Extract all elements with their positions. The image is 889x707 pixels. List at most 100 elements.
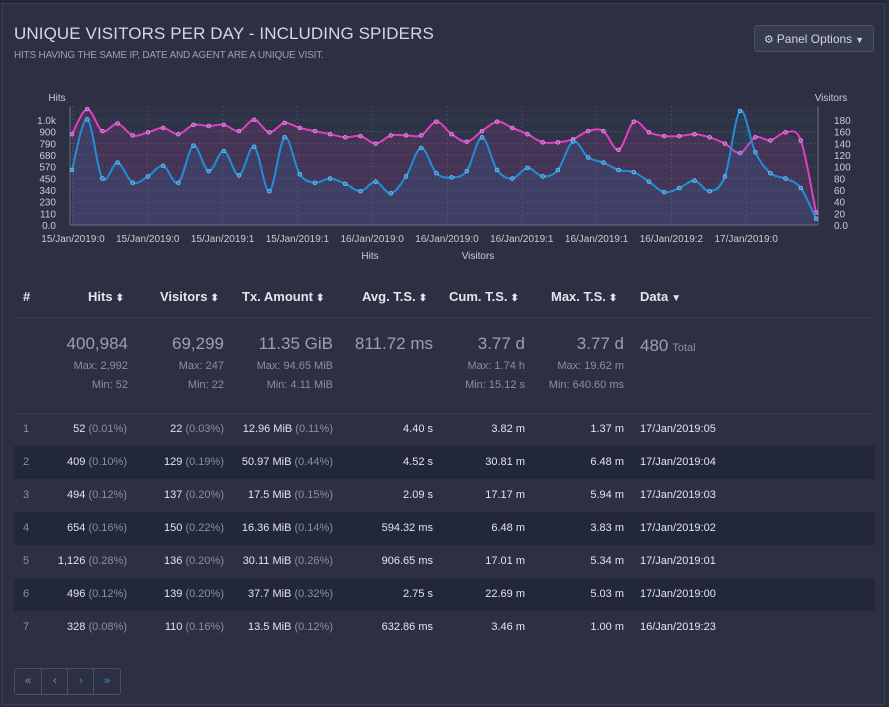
- row-avg-ts: 906.65 ms: [381, 555, 433, 567]
- hits-series-point: [343, 181, 348, 187]
- row-max-ts: 6.48 m: [590, 456, 624, 468]
- row-index: 4: [23, 522, 30, 534]
- hits-series-point: [585, 155, 591, 160]
- row-visitors-pct: (0.03%): [185, 423, 224, 435]
- hits-series-point: [510, 176, 515, 181]
- summary-visitors-min: Min: 22: [187, 379, 224, 391]
- row-visitors-pct: (0.20%): [185, 489, 224, 501]
- row-cum-ts: 17.01 m: [485, 555, 525, 567]
- table-row[interactable]: 6 496 (0.12%) 139 (0.20%) 37.7 MiB (0.32%) 2…: [14, 578, 875, 611]
- left-tick-label: 680: [39, 151, 56, 162]
- summary-tx-max: Max: 94.65 MiB: [256, 360, 333, 372]
- summary-data-total: 480 Total: [640, 336, 696, 355]
- hits-series-point: [358, 188, 363, 194]
- row-avg-ts: 2.75 s: [403, 588, 433, 600]
- table-cell: 17.17 m: [434, 489, 525, 501]
- hits-series-point: [84, 117, 90, 122]
- table-cell: 1,126 (0.28%): [34, 555, 127, 567]
- row-visitors: 129: [164, 456, 183, 468]
- table-row[interactable]: 2 409 (0.10%) 129 (0.19%) 50.97 MiB (0.44%)…: [14, 446, 875, 479]
- hits-series-point: [540, 174, 545, 179]
- right-axis-label: Visitors: [815, 93, 848, 104]
- table-row[interactable]: 4 654 (0.16%) 150 (0.22%) 16.36 MiB (0.14%)…: [14, 512, 875, 545]
- hits-series-point: [267, 188, 272, 194]
- summary-cum-max: Max: 1.74 h: [467, 360, 525, 372]
- table-cell: 5.03 m: [526, 588, 624, 600]
- col-avg-ts[interactable]: Avg. T.S. ⬍: [362, 289, 427, 304]
- hits-series-point: [798, 185, 804, 191]
- right-tick-label: 20: [834, 209, 846, 220]
- hits-series-point: [191, 143, 196, 148]
- right-tick-label: 60: [834, 186, 846, 197]
- row-visitors: 137: [164, 489, 183, 501]
- right-tick-label: 180: [834, 116, 851, 127]
- hits-series-point: [388, 191, 394, 196]
- hits-series-point: [601, 160, 606, 165]
- x-tick-label: 15/Jan/2019:1: [191, 234, 255, 245]
- left-axis-label: Hits: [48, 93, 65, 104]
- row-visitors: 150: [164, 522, 183, 534]
- col-data[interactable]: Data ▼: [640, 289, 681, 304]
- first-page-button[interactable]: «: [15, 669, 41, 694]
- visitors-series-point: [206, 123, 211, 129]
- hits-series-point: [418, 145, 424, 151]
- visitors-series-point: [449, 131, 454, 137]
- x-tick-label: 15/Jan/2019:0: [116, 234, 180, 245]
- row-index: 1: [23, 423, 30, 435]
- hits-series-point: [570, 139, 576, 144]
- col-tx-amount[interactable]: Tx. Amount ⬍: [242, 289, 324, 304]
- x-tick-label: 17/Jan/2019:0: [715, 234, 779, 245]
- visitors-series-point: [388, 133, 394, 138]
- last-page-button[interactable]: »: [93, 669, 120, 694]
- hits-series-point: [616, 167, 621, 173]
- table-cell: 4: [23, 522, 29, 534]
- row-visitors: 110: [164, 621, 183, 633]
- table-cell: 12.96 MiB (0.11%): [224, 423, 333, 435]
- table-row[interactable]: 5 1,126 (0.28%) 136 (0.20%) 30.11 MiB (0.26…: [14, 545, 875, 578]
- visitors-series-point: [176, 131, 181, 137]
- table-cell: 16.36 MiB (0.14%): [224, 522, 333, 534]
- table-cell: 5.34 m: [526, 555, 624, 567]
- row-hits: 654: [67, 522, 86, 534]
- col-hits[interactable]: Hits ⬍: [88, 289, 124, 304]
- visitors-series-point: [783, 130, 788, 135]
- visitors-series-point: [373, 141, 378, 146]
- table-cell: 632.86 ms: [334, 621, 433, 633]
- row-data: 17/Jan/2019:00: [640, 588, 716, 600]
- row-hits: 1,126: [57, 555, 86, 567]
- table-cell: 906.65 ms: [334, 555, 433, 567]
- table-cell: 50.97 MiB (0.44%): [224, 456, 333, 468]
- hits-series-point: [768, 170, 773, 176]
- table-header: # Hits ⬍ Visitors ⬍ Tx. Amount ⬍ Avg. T.S. ⬍…: [14, 283, 874, 317]
- table-cell: 22 (0.03%): [127, 423, 224, 435]
- row-data: 16/Jan/2019:23: [640, 621, 716, 633]
- hits-series-point: [677, 185, 682, 191]
- row-data: 17/Jan/2019:04: [640, 456, 716, 468]
- table-row[interactable]: 1 52 (0.01%) 22 (0.03%) 12.96 MiB (0.11%) 4.…: [14, 413, 875, 446]
- col-max-ts[interactable]: Max. T.S. ⬍: [551, 289, 617, 304]
- summary-hits-min: Min: 52: [91, 379, 128, 391]
- hits-series-point: [282, 135, 287, 140]
- row-cum-ts: 6.48 m: [491, 522, 525, 534]
- col-visitors[interactable]: Visitors ⬍: [160, 289, 219, 304]
- summary-visitors-max: Max: 247: [178, 360, 224, 372]
- summary-hits-max: Max: 2,992: [73, 360, 128, 372]
- x-tick-label: 16/Jan/2019:2: [640, 234, 704, 245]
- row-tx-pct: (0.26%): [294, 555, 333, 567]
- row-cum-ts: 3.46 m: [491, 621, 525, 633]
- row-visitors: 139: [164, 588, 183, 600]
- hits-series-point: [753, 149, 758, 155]
- table-row[interactable]: 3 494 (0.12%) 137 (0.20%) 17.5 MiB (0.15%) 2…: [14, 479, 875, 512]
- row-hits-pct: (0.12%): [88, 588, 127, 600]
- table-row[interactable]: 7 328 (0.08%) 110 (0.16%) 13.5 MiB (0.12%) 6…: [14, 611, 875, 644]
- next-page-button[interactable]: ›: [67, 669, 94, 694]
- table-cell: 17/Jan/2019:01: [640, 555, 716, 567]
- row-data: 17/Jan/2019:05: [640, 423, 716, 435]
- visitors-series-point: [616, 147, 621, 153]
- hits-series-point: [221, 148, 227, 154]
- col-cum-ts[interactable]: Cum. T.S. ⬍: [449, 289, 519, 304]
- summary-hits-total: 400,984: [66, 334, 128, 353]
- row-avg-ts: 4.52 s: [403, 456, 433, 468]
- x-tick-label: 15/Jan/2019:1: [266, 234, 330, 245]
- prev-page-button[interactable]: ‹: [41, 669, 68, 694]
